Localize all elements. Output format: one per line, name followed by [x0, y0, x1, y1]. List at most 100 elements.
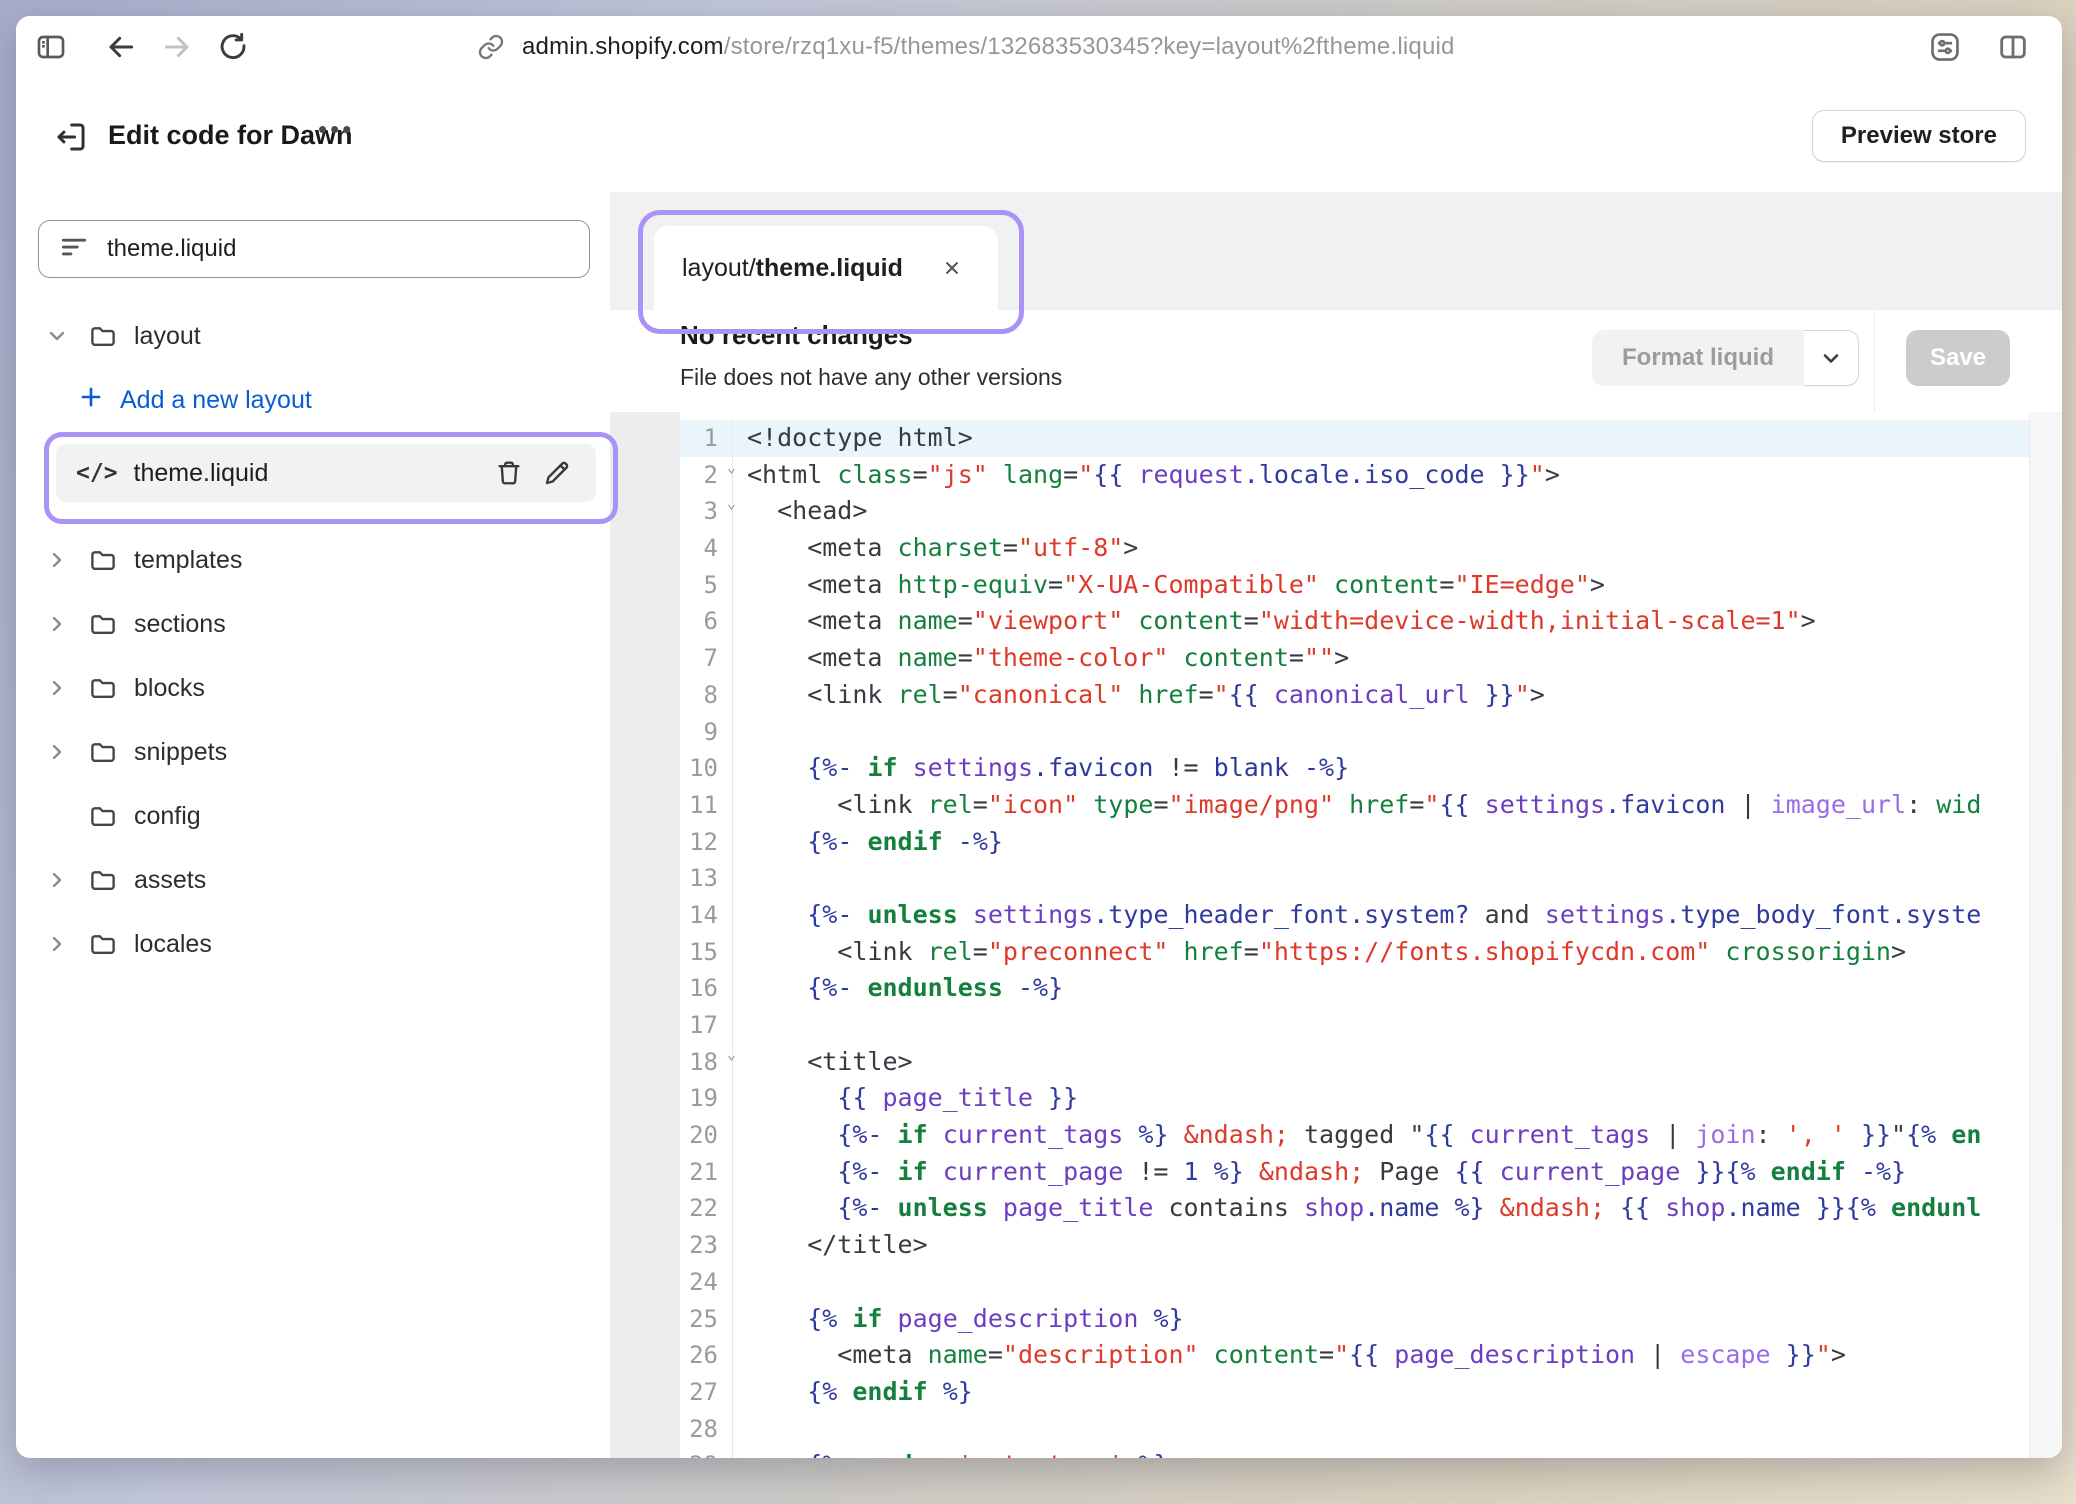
close-icon[interactable]: [937, 253, 967, 283]
line-content[interactable]: <title>: [733, 1044, 2062, 1081]
line-content[interactable]: [733, 1411, 2062, 1448]
line-content[interactable]: {%- if current_tags %} &ndash; tagged "{…: [733, 1117, 2062, 1154]
chevron-down-icon[interactable]: [1804, 330, 1859, 386]
code-line-25[interactable]: 25 {% if page_description %}: [610, 1301, 2062, 1338]
sidebar-item-templates[interactable]: templates: [16, 528, 610, 592]
sidebar-item-sections[interactable]: sections: [16, 592, 610, 656]
line-content[interactable]: <html class="js" lang="{{ request.locale…: [733, 457, 2062, 494]
code-line-22[interactable]: 22 {%- unless page_title contains shop.n…: [610, 1190, 2062, 1227]
code-line-10[interactable]: 10 {%- if settings.favicon != blank -%}: [610, 750, 2062, 787]
code-line-19[interactable]: 19 {{ page_title }}: [610, 1080, 2062, 1117]
line-content[interactable]: [733, 1264, 2062, 1301]
save-button[interactable]: Save: [1906, 330, 2010, 386]
sidebar-item-assets[interactable]: assets: [16, 848, 610, 912]
line-content[interactable]: <meta http-equiv="X-UA-Compatible" conte…: [733, 567, 2062, 604]
line-content[interactable]: </title>: [733, 1227, 2062, 1264]
code-line-20[interactable]: 20 {%- if current_tags %} &ndash; tagged…: [610, 1117, 2062, 1154]
code-line-4[interactable]: 4 <meta charset="utf-8">: [610, 530, 2062, 567]
forward-icon[interactable]: [160, 30, 194, 64]
item-label: layout: [134, 322, 201, 351]
line-content[interactable]: {%- endif -%}: [733, 824, 2062, 861]
sidebar-item-blocks[interactable]: blocks: [16, 656, 610, 720]
preview-store-button[interactable]: Preview store: [1812, 110, 2026, 162]
chevron-right-icon[interactable]: [44, 611, 70, 637]
code-line-28[interactable]: 28: [610, 1411, 2062, 1448]
chevron-right-icon[interactable]: [44, 675, 70, 701]
code-line-8[interactable]: 8 <link rel="canonical" href="{{ canonic…: [610, 677, 2062, 714]
line-content[interactable]: [733, 1007, 2062, 1044]
code-editor[interactable]: 1<!doctype html>2⌄<html class="js" lang=…: [610, 412, 2062, 1458]
line-content[interactable]: {{ page_title }}: [733, 1080, 2062, 1117]
fold-chevron-icon[interactable]: ⌄: [727, 1047, 736, 1062]
sidebar-toggle-icon[interactable]: [34, 30, 68, 64]
split-view-icon[interactable]: [1996, 30, 2030, 64]
code-line-5[interactable]: 5 <meta http-equiv="X-UA-Compatible" con…: [610, 567, 2062, 604]
line-content[interactable]: <meta name="description" content="{{ pag…: [733, 1337, 2062, 1374]
code-line-27[interactable]: 27 {% endif %}: [610, 1374, 2062, 1411]
sidebar-item-add-a-new-layout[interactable]: Add a new layout: [16, 368, 610, 432]
code-line-21[interactable]: 21 {%- if current_page != 1 %} &ndash; P…: [610, 1154, 2062, 1191]
exit-icon[interactable]: [52, 118, 90, 156]
code-line-18[interactable]: 18⌄ <title>: [610, 1044, 2062, 1081]
line-content[interactable]: <meta charset="utf-8">: [733, 530, 2062, 567]
line-content[interactable]: <link rel="canonical" href="{{ canonical…: [733, 677, 2062, 714]
file-search-input[interactable]: theme.liquid: [38, 220, 590, 278]
code-line-26[interactable]: 26 <meta name="description" content="{{ …: [610, 1337, 2062, 1374]
line-content[interactable]: {%- if settings.favicon != blank -%}: [733, 750, 2062, 787]
line-content[interactable]: {%- if current_page != 1 %} &ndash; Page…: [733, 1154, 2062, 1191]
sidebar-item-config[interactable]: config: [16, 784, 610, 848]
code-line-3[interactable]: 3⌄ <head>: [610, 493, 2062, 530]
code-line-13[interactable]: 13: [610, 860, 2062, 897]
code-line-6[interactable]: 6 <meta name="viewport" content="width=d…: [610, 603, 2062, 640]
line-content[interactable]: <head>: [733, 493, 2062, 530]
fold-chevron-icon[interactable]: ⌄: [727, 460, 736, 475]
code-line-23[interactable]: 23 </title>: [610, 1227, 2062, 1264]
format-liquid-button[interactable]: Format liquid: [1592, 330, 1859, 386]
code-line-7[interactable]: 7 <meta name="theme-color" content="">: [610, 640, 2062, 677]
code-line-11[interactable]: 11 <link rel="icon" type="image/png" hre…: [610, 787, 2062, 824]
chevron-right-icon[interactable]: [44, 739, 70, 765]
chevron-right-icon[interactable]: [44, 547, 70, 573]
code-line-17[interactable]: 17: [610, 1007, 2062, 1044]
line-content[interactable]: {%- unless settings.type_header_font.sys…: [733, 897, 2062, 934]
line-content[interactable]: [733, 714, 2062, 751]
line-content[interactable]: <meta name="viewport" content="width=dev…: [733, 603, 2062, 640]
folder-icon: [88, 801, 118, 831]
sidebar-item-theme-liquid[interactable]: </>theme.liquid: [56, 444, 596, 502]
sidebar-item-snippets[interactable]: snippets: [16, 720, 610, 784]
pencil-icon[interactable]: [542, 458, 572, 488]
url-text[interactable]: admin.shopify.com/store/rzq1xu-f5/themes…: [522, 33, 1455, 61]
chevron-down-icon[interactable]: [44, 323, 70, 349]
code-line-29[interactable]: 29 {% render 'meta-tags' %}: [610, 1447, 2062, 1458]
code-line-9[interactable]: 9: [610, 714, 2062, 751]
code-line-12[interactable]: 12 {%- endif -%}: [610, 824, 2062, 861]
line-content[interactable]: {% render 'meta-tags' %}: [733, 1447, 2062, 1458]
tune-icon[interactable]: [1928, 30, 1962, 64]
tab-theme-liquid[interactable]: layout/theme.liquid: [654, 226, 998, 310]
line-content[interactable]: {%- endunless -%}: [733, 970, 2062, 1007]
sidebar-item-locales[interactable]: locales: [16, 912, 610, 976]
trash-icon[interactable]: [494, 458, 524, 488]
fold-chevron-icon[interactable]: ⌄: [727, 496, 736, 511]
chevron-right-icon[interactable]: [44, 867, 70, 893]
editor-scrollbar[interactable]: [2029, 412, 2062, 1458]
code-line-1[interactable]: 1<!doctype html>: [610, 420, 2062, 457]
code-line-15[interactable]: 15 <link rel="preconnect" href="https://…: [610, 934, 2062, 971]
code-line-14[interactable]: 14 {%- unless settings.type_header_font.…: [610, 897, 2062, 934]
code-line-16[interactable]: 16 {%- endunless -%}: [610, 970, 2062, 1007]
code-line-2[interactable]: 2⌄<html class="js" lang="{{ request.loca…: [610, 457, 2062, 494]
line-content[interactable]: <link rel="preconnect" href="https://fon…: [733, 934, 2062, 971]
reload-icon[interactable]: [216, 30, 250, 64]
line-content[interactable]: <meta name="theme-color" content="">: [733, 640, 2062, 677]
code-line-24[interactable]: 24: [610, 1264, 2062, 1301]
chevron-right-icon[interactable]: [44, 931, 70, 957]
sidebar-item-layout[interactable]: layout: [16, 304, 610, 368]
back-icon[interactable]: [104, 30, 138, 64]
line-content[interactable]: {%- unless page_title contains shop.name…: [733, 1190, 2062, 1227]
line-content[interactable]: <link rel="icon" type="image/png" href="…: [733, 787, 2062, 824]
overflow-menu-button[interactable]: •••: [318, 114, 354, 145]
line-content[interactable]: [733, 860, 2062, 897]
line-content[interactable]: {% endif %}: [733, 1374, 2062, 1411]
line-content[interactable]: <!doctype html>: [733, 420, 2062, 457]
line-content[interactable]: {% if page_description %}: [733, 1301, 2062, 1338]
